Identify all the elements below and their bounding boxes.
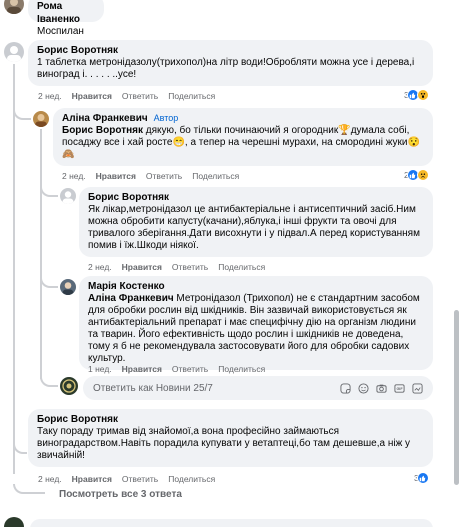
reaction-summary[interactable]: 3	[414, 472, 429, 484]
comment-time[interactable]: 2 нед.	[62, 171, 86, 181]
comment-text: Таку пораду тримав від знайомої,а вона п…	[37, 426, 411, 461]
page-avatar[interactable]	[60, 377, 78, 395]
reply-button[interactable]: Ответить	[172, 364, 208, 374]
reaction-summary[interactable]: 3	[404, 89, 429, 101]
like-button[interactable]: Нравится	[96, 171, 136, 181]
avatar[interactable]	[4, 42, 24, 62]
comment-actions: 2 нед. Нравится Ответить Поделиться	[88, 262, 265, 272]
reply-button[interactable]: Ответить	[122, 474, 158, 484]
reply-button[interactable]: Ответить	[172, 262, 208, 272]
page-logo-icon	[62, 379, 76, 393]
composer-tools: GIF	[340, 382, 423, 394]
sad-reaction-icon	[416, 169, 429, 181]
user-photo-icon	[35, 114, 47, 127]
emoji-icon[interactable]	[358, 382, 369, 394]
thread-line	[13, 64, 15, 474]
comment-author[interactable]: Борис Воротняк	[37, 45, 118, 56]
comment-input[interactable]	[30, 519, 433, 527]
thread-connector	[13, 444, 27, 454]
share-button[interactable]: Поделиться	[218, 262, 265, 272]
comment-bubble: Борис Воротняк Як лікар,метронідазол це …	[79, 187, 433, 257]
gif-icon[interactable]: GIF	[394, 383, 405, 394]
comment-bubble: Марія Костенко Аліна Франкевич Метроніда…	[79, 276, 433, 370]
view-all-replies-link[interactable]: Посмотреть все 3 ответа	[59, 489, 182, 500]
share-button[interactable]: Поделиться	[218, 364, 265, 374]
comment-text: Борис Воротняк дякую, бо тільки починаюч…	[62, 125, 424, 161]
thread-connector	[40, 187, 58, 197]
share-button[interactable]: Поделиться	[168, 91, 215, 101]
comment-author[interactable]: Борис Воротняк	[37, 414, 118, 425]
scrollbar-thumb[interactable]	[454, 310, 459, 485]
avatar[interactable]	[60, 188, 76, 204]
comment-actions: 2 нед. Нравится Ответить Поделиться	[38, 91, 215, 101]
default-avatar-icon	[62, 191, 74, 204]
comment-time[interactable]: 2 нед.	[88, 262, 112, 272]
comment-time[interactable]: 2 нед.	[38, 474, 62, 484]
mention-link[interactable]: Аліна Франкевич	[88, 293, 174, 304]
sticker-pack-icon[interactable]	[412, 382, 423, 394]
sticker-icon[interactable]	[340, 382, 351, 394]
comment-text: Як лікар,метронідазол це антибактеріальн…	[88, 204, 420, 251]
thread-connector	[40, 377, 58, 387]
like-button[interactable]: Нравится	[122, 364, 162, 374]
thread-connector	[40, 278, 58, 288]
thread-line	[40, 129, 42, 379]
like-button[interactable]: Нравится	[72, 474, 112, 484]
comment-bubble: Аліна Франкевич Автор Борис Воротняк дяку…	[53, 108, 433, 166]
wow-reaction-icon	[416, 89, 429, 101]
user-photo-icon	[62, 282, 74, 295]
like-reaction-icon	[416, 472, 429, 484]
like-button[interactable]: Нравится	[72, 91, 112, 101]
reply-input[interactable]: Ответить как Новини 25/7 GIF	[83, 376, 433, 400]
comment-author[interactable]: Марія Костенко	[88, 281, 165, 292]
avatar[interactable]	[60, 279, 76, 295]
share-button[interactable]: Поделиться	[192, 171, 239, 181]
comment-actions: 1 нед. Нравится Ответить Поделиться	[88, 364, 265, 374]
author-tag: Автор	[153, 113, 179, 123]
thread-connector	[13, 110, 31, 120]
comment-author[interactable]: Борис Воротняк	[88, 192, 169, 203]
comment-text: Моспилан	[37, 26, 84, 37]
comment-time[interactable]: 2 нед.	[38, 91, 62, 101]
avatar[interactable]	[33, 111, 49, 127]
comment-time[interactable]: 1 нед.	[88, 364, 112, 374]
mention-link[interactable]: Борис Воротняк	[62, 125, 143, 136]
comment-actions: 2 нед. Нравится Ответить Поделиться	[62, 171, 239, 181]
thread-connector	[13, 484, 45, 494]
reaction-summary[interactable]: 2	[404, 169, 429, 181]
like-button[interactable]: Нравится	[122, 262, 162, 272]
comment-text: Аліна Франкевич Метронідазол (Трихопол) …	[88, 293, 424, 365]
comment-text: 1 таблетка метронідазолу(трихопол)на літ…	[37, 57, 415, 80]
comment-bubble: Борис Воротняк 1 таблетка метронідазолу(…	[28, 40, 433, 86]
comment-bubble: Борис Воротняк Таку пораду тримав від зн…	[28, 409, 433, 467]
comment-actions: 2 нед. Нравится Ответить Поделиться	[38, 474, 215, 484]
avatar[interactable]	[4, 0, 24, 14]
comment-author[interactable]: Рома Іваненко	[37, 1, 80, 25]
reply-input-placeholder: Ответить как Новини 25/7	[93, 382, 213, 394]
reply-button[interactable]: Ответить	[122, 91, 158, 101]
comment-author[interactable]: Аліна Франкевич	[62, 113, 148, 124]
page-avatar[interactable]	[4, 517, 24, 527]
comment-bubble: Рома Іваненко Моспилан	[28, 0, 104, 37]
reply-button[interactable]: Ответить	[146, 171, 182, 181]
default-avatar-icon	[7, 46, 21, 62]
user-photo-icon	[7, 0, 21, 14]
camera-icon[interactable]	[376, 383, 387, 394]
share-button[interactable]: Поделиться	[168, 474, 215, 484]
svg-text:GIF: GIF	[396, 386, 403, 390]
